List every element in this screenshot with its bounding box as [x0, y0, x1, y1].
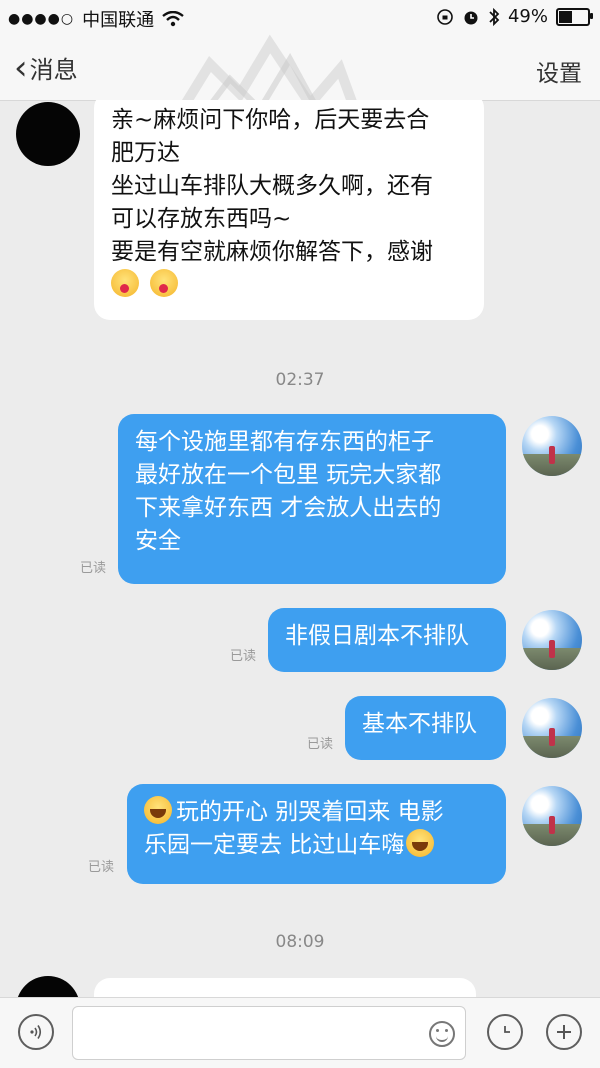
- laughing-emoji-icon: [406, 829, 435, 857]
- my-avatar[interactable]: [522, 786, 582, 846]
- signal-strength: ●●●●○: [8, 11, 75, 27]
- message-line: 乐园一定要去 比过山车嗨: [144, 832, 405, 858]
- incoming-message-bubble[interactable]: 亲~麻烦问下你哈，后天要去合 肥万达 坐过山车排队大概多久啊，还有 可以存放东西…: [94, 100, 484, 320]
- read-receipt: 已读: [307, 737, 334, 752]
- orientation-lock-icon: [437, 8, 453, 25]
- outgoing-message-bubble[interactable]: 非假日剧本不排队: [268, 608, 506, 672]
- incoming-message-bubble[interactable]: [94, 978, 476, 997]
- outgoing-message-bubble[interactable]: 基本不排队: [345, 696, 506, 760]
- message-text: 基本不排队: [362, 711, 477, 737]
- voice-icon: [30, 1025, 42, 1039]
- battery-icon: [556, 7, 593, 26]
- read-receipt: 已读: [80, 561, 107, 576]
- contact-avatar[interactable]: [16, 102, 80, 166]
- emoji-icon[interactable]: [429, 1021, 455, 1047]
- message-line: 可以存放东西吗~: [111, 206, 292, 232]
- cute-emoji-icon: [111, 269, 139, 297]
- clock-button[interactable]: [487, 1014, 523, 1050]
- message-text-input[interactable]: [83, 1007, 427, 1059]
- voice-button[interactable]: [18, 1014, 54, 1050]
- message-line: 肥万达: [111, 140, 180, 166]
- chevron-left-icon: ‹: [14, 47, 28, 88]
- message-input-bar: [0, 997, 600, 1068]
- plus-icon: [557, 1025, 571, 1039]
- chat-message-list[interactable]: 亲~麻烦问下你哈，后天要去合 肥万达 坐过山车排队大概多久啊，还有 可以存放东西…: [0, 100, 600, 997]
- settings-button[interactable]: 设置: [536, 54, 582, 88]
- my-avatar[interactable]: [522, 698, 582, 758]
- wifi-icon: [162, 11, 184, 27]
- message-text: 非假日剧本不排队: [285, 623, 469, 649]
- message-line: 玩的开心 别哭着回来 电影: [176, 799, 444, 825]
- message-line: 坐过山车排队大概多久啊，还有: [111, 173, 433, 199]
- alarm-icon: [464, 11, 478, 24]
- message-line: 安全: [135, 528, 181, 554]
- status-bar: ●●●●○ 中国联通 49%: [0, 0, 600, 34]
- laughing-emoji-icon: [144, 796, 172, 824]
- bluetooth-icon: [489, 7, 500, 26]
- back-label: 消息: [29, 56, 78, 84]
- back-button[interactable]: ‹ 消息: [14, 50, 78, 85]
- read-receipt: 已读: [88, 860, 115, 875]
- add-button[interactable]: [546, 1014, 582, 1050]
- message-line: 要是有空就麻烦你解答下，感谢: [111, 239, 433, 265]
- outgoing-message-bubble[interactable]: 玩的开心 别哭着回来 电影 乐园一定要去 比过山车嗨: [127, 784, 506, 884]
- clock-icon: [504, 1026, 510, 1033]
- my-avatar[interactable]: [522, 416, 582, 476]
- message-timestamp: 08:09: [275, 932, 325, 952]
- battery-percentage: 49%: [507, 6, 548, 27]
- read-receipt: 已读: [230, 649, 257, 664]
- message-timestamp: 02:37: [275, 370, 325, 390]
- message-line: 亲~麻烦问下你哈，后天要去合: [111, 107, 430, 133]
- message-line: 每个设施里都有存东西的柜子: [135, 429, 434, 455]
- my-avatar[interactable]: [522, 610, 582, 670]
- message-input-field[interactable]: [72, 1006, 466, 1060]
- navigation-bar: ‹ 消息 设置: [0, 34, 600, 134]
- message-line: 下来拿好东西 才会放人出去的: [135, 495, 442, 521]
- outgoing-message-bubble[interactable]: 每个设施里都有存东西的柜子 最好放在一个包里 玩完大家都 下来拿好东西 才会放人…: [118, 414, 506, 584]
- cute-emoji-icon: [150, 269, 179, 297]
- carrier-name: 中国联通: [82, 10, 155, 31]
- contact-avatar[interactable]: [16, 976, 80, 997]
- message-line: 最好放在一个包里 玩完大家都: [135, 462, 442, 488]
